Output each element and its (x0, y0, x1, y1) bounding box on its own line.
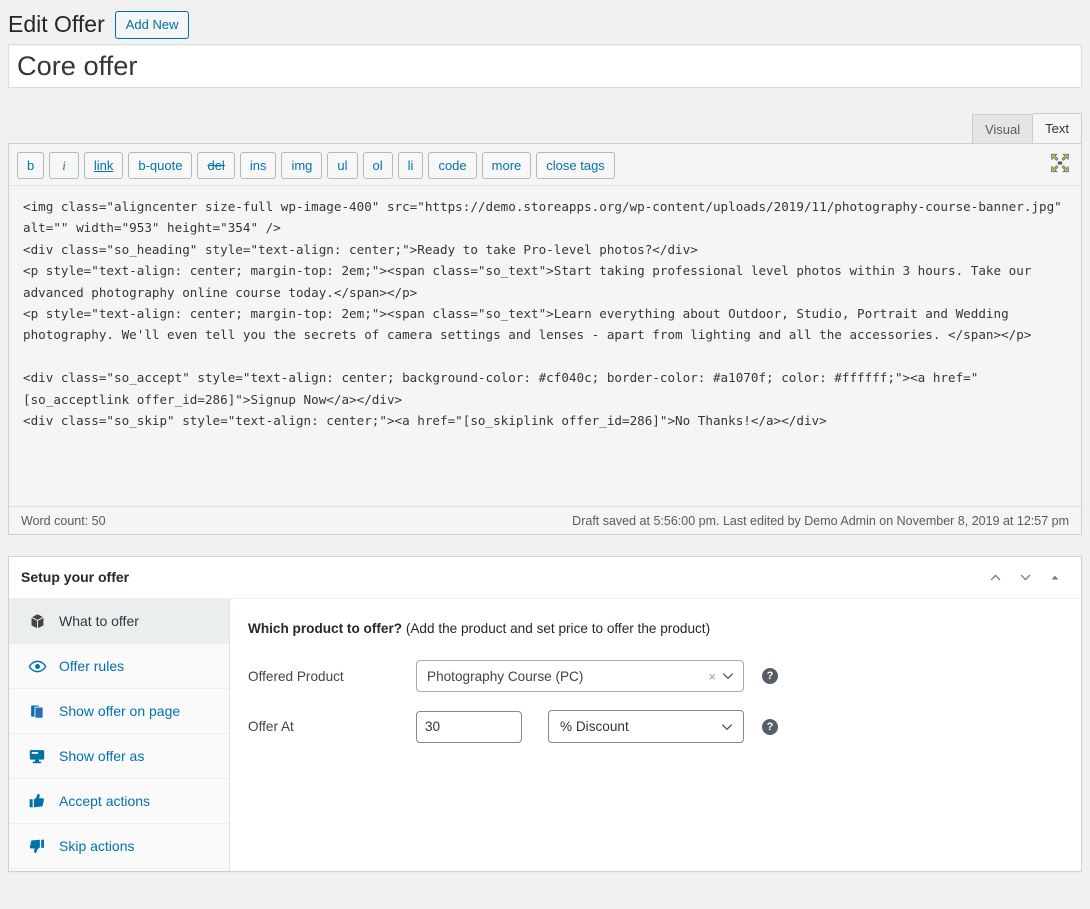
chevron-down-icon[interactable] (1011, 564, 1039, 592)
chevron-up-icon[interactable] (981, 564, 1009, 592)
page-title: Edit Offer (8, 11, 105, 38)
metabox-title: Setup your offer (21, 568, 130, 585)
quicktags-toolbar: b i link b-quote del ins img ul ol li co… (9, 144, 1081, 185)
form-intro: Which product to offer? (Add the product… (248, 619, 1063, 638)
form-intro-strong: Which product to offer? (248, 621, 403, 636)
quicktag-ul[interactable]: ul (327, 152, 358, 179)
sidebar-item-label: Show offer as (59, 748, 145, 764)
post-title-input[interactable] (8, 44, 1082, 88)
offered-product-label: Offered Product (248, 668, 344, 684)
triangle-up-icon[interactable] (1041, 564, 1069, 592)
offer-at-type-value: % Discount (560, 719, 629, 735)
monitor-icon (27, 746, 47, 766)
chevron-down-icon[interactable] (721, 669, 735, 683)
tab-visual[interactable]: Visual (971, 114, 1034, 145)
sidebar-item-skip-actions[interactable]: Skip actions (9, 824, 229, 869)
quicktag-img[interactable]: img (281, 152, 323, 179)
clear-selection-icon[interactable]: × (708, 669, 716, 684)
quicktag-link[interactable]: link (83, 152, 124, 179)
metabox-controls (981, 564, 1069, 592)
title-field-wrapper (0, 44, 1090, 88)
offer-at-help-icon[interactable]: ? (762, 718, 778, 735)
page-header: Edit Offer Add New (0, 0, 1090, 44)
thumbs-up-icon (27, 791, 47, 811)
sidebar-item-offer-rules[interactable]: Offer rules (9, 644, 229, 689)
quicktag-del[interactable]: del (197, 152, 235, 179)
quicktag-more[interactable]: more (481, 152, 532, 179)
sidebar-item-label: What to offer (59, 613, 139, 629)
word-count: Word count: 50 (21, 513, 106, 528)
offer-at-type-select[interactable]: % Discount (548, 710, 744, 744)
sidebar-item-accept-actions[interactable]: Accept actions (9, 779, 229, 824)
offered-product-value: Photography Course (PC) (427, 668, 584, 684)
add-new-button[interactable]: Add New (114, 11, 190, 39)
sidebar-item-label: Accept actions (59, 793, 151, 809)
content-textarea[interactable]: <img class="aligncenter size-full wp-ima… (9, 185, 1081, 501)
offered-product-row: Offered Product Photography Course (PC) … (248, 660, 1063, 693)
fullscreen-icon[interactable] (1049, 152, 1071, 174)
quicktag-b[interactable]: b (17, 152, 45, 179)
metabox-body: What to offer Offer rules Show offer on … (9, 599, 1081, 871)
sidebar-item-show-offer-on-page[interactable]: Show offer on page (9, 689, 229, 734)
setup-offer-metabox: Setup your offer What to offer Offer rul… (8, 556, 1082, 872)
product-box-icon (27, 611, 47, 631)
sidebar-item-label: Skip actions (59, 838, 135, 854)
tab-text[interactable]: Text (1033, 113, 1082, 145)
metabox-header: Setup your offer (9, 557, 1081, 599)
eye-icon (27, 656, 47, 676)
pages-icon (27, 701, 47, 721)
quicktag-close-tags[interactable]: close tags (536, 152, 615, 179)
sidebar-item-label: Offer rules (59, 658, 125, 674)
sidebar-item-label: Show offer on page (59, 703, 181, 719)
offered-product-help-icon[interactable]: ? (762, 668, 778, 685)
offer-at-label: Offer At (248, 719, 294, 735)
quicktag-ins[interactable]: ins (239, 152, 277, 179)
what-to-offer-panel: Which product to offer? (Add the product… (230, 599, 1081, 871)
offer-settings-sidebar: What to offer Offer rules Show offer on … (9, 599, 230, 871)
offered-product-select[interactable]: Photography Course (PC) × (416, 660, 744, 693)
sidebar-item-what-to-offer[interactable]: What to offer (9, 599, 229, 644)
autosave-info: Draft saved at 5:56:00 pm. Last edited b… (572, 513, 1069, 528)
form-intro-rest: (Add the product and set price to offer … (402, 621, 711, 636)
quicktag-ol[interactable]: ol (362, 152, 393, 179)
offer-at-row: Offer At % Discount ? (248, 710, 1063, 744)
quicktag-li[interactable]: li (397, 152, 424, 179)
editor-box: b i link b-quote del ins img ul ol li co… (8, 143, 1082, 535)
quicktag-b-quote[interactable]: b-quote (128, 152, 193, 179)
editor-status-bar: Word count: 50 Draft saved at 5:56:00 pm… (9, 506, 1081, 534)
editor-mode-tabs: Visual Text (8, 110, 1082, 145)
chevron-down-icon[interactable] (720, 720, 734, 734)
editor-container: Visual Text b i link b-quote del ins img… (0, 110, 1090, 535)
quicktag-code[interactable]: code (428, 152, 477, 179)
sidebar-item-show-offer-as[interactable]: Show offer as (9, 734, 229, 779)
quicktag-i[interactable]: i (49, 152, 79, 179)
thumbs-down-icon (27, 836, 47, 856)
offer-at-amount-input[interactable] (416, 710, 522, 743)
